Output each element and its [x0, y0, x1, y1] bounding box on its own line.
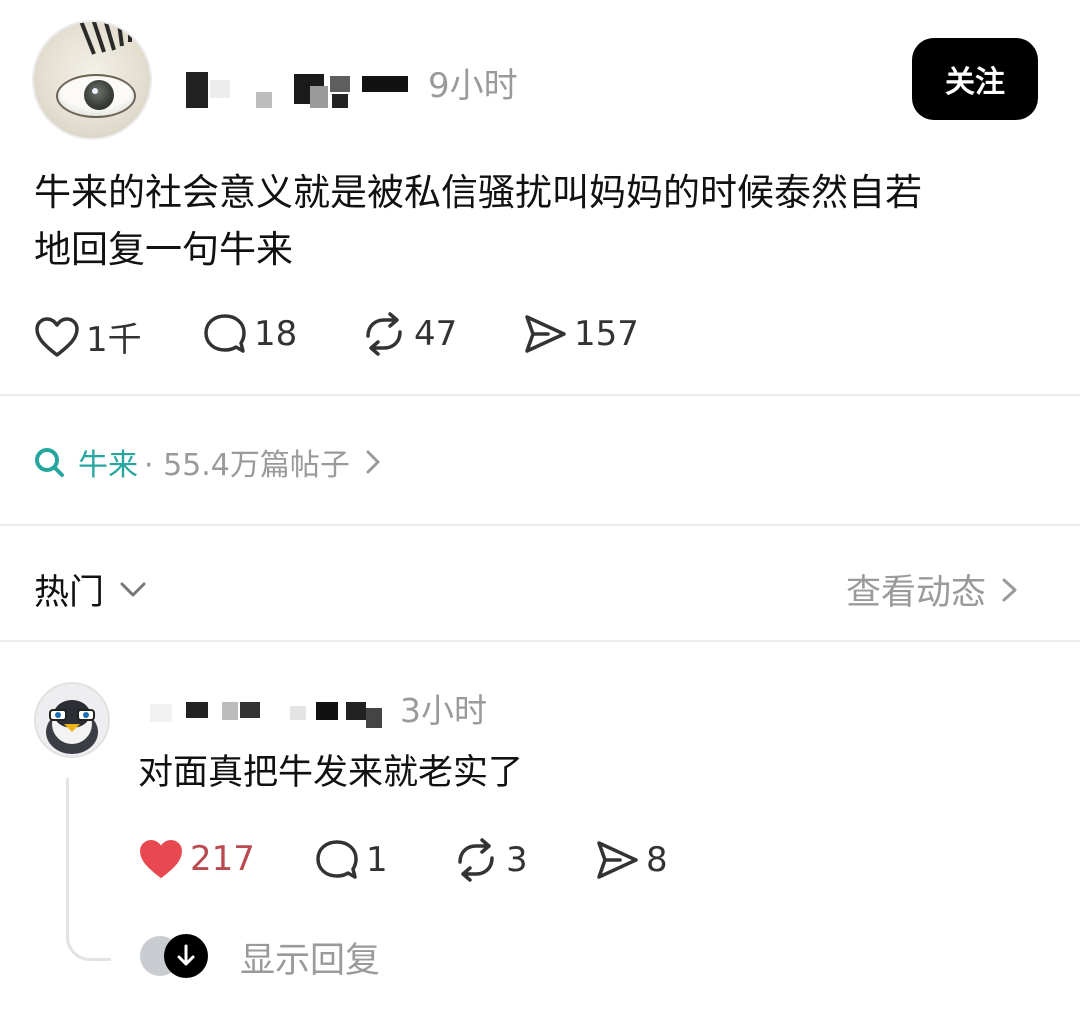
comment-like-button[interactable]: 217 — [138, 838, 255, 880]
post-repost-button[interactable]: 47 — [360, 312, 457, 356]
comment-share-button[interactable]: 8 — [594, 838, 668, 882]
comment-repost-button[interactable]: 3 — [452, 838, 528, 882]
topic-name: 牛来 — [78, 448, 138, 483]
post-time: 9小时 — [428, 66, 518, 106]
comment-reply-button[interactable]: 1 — [314, 838, 388, 882]
comment-time: 3小时 — [400, 691, 487, 730]
view-activity-link[interactable]: 查看动态 — [846, 564, 1022, 615]
avatar-hair-graphic — [79, 22, 132, 55]
post-text: 牛来的社会意义就是被私信骚扰叫妈妈的时候泰然自若 地回复一句牛来 — [34, 164, 1014, 278]
post-like-count: 1千 — [86, 320, 142, 360]
comment-reply-count: 1 — [366, 840, 388, 880]
heart-icon — [140, 840, 182, 878]
divider — [0, 640, 1080, 642]
sort-dropdown[interactable]: 热门 — [34, 564, 150, 615]
sort-label: 热门 — [34, 573, 105, 613]
post-text-line: 牛来的社会意义就是被私信骚扰叫妈妈的时候泰然自若 — [34, 171, 922, 214]
repost-icon — [458, 838, 494, 882]
comment-like-count: 217 — [190, 839, 255, 879]
topic-link[interactable]: 牛来 · 55.4万篇帖子 — [32, 440, 382, 484]
show-replies-link[interactable]: 显示回复 — [240, 932, 380, 983]
expand-replies-button[interactable] — [164, 934, 208, 978]
post-comment-button[interactable]: 18 — [202, 312, 297, 356]
post-comment-count: 18 — [254, 314, 298, 354]
share-icon — [597, 841, 638, 879]
view-activity-label: 查看动态 — [846, 573, 987, 613]
post-repost-count: 47 — [414, 314, 458, 354]
chevron-right-icon — [1002, 578, 1017, 601]
divider — [0, 524, 1080, 526]
avatar-eye-graphic — [56, 74, 136, 118]
chevron-right-icon — [366, 450, 380, 474]
comment-icon — [316, 840, 358, 879]
comment-repost-count: 3 — [506, 840, 528, 880]
post-share-count: 157 — [574, 314, 639, 354]
arrow-down-icon — [177, 944, 195, 966]
post-like-button[interactable]: 1千 — [34, 312, 142, 361]
commenter-name-redacted[interactable] — [150, 694, 396, 730]
penguin-avatar-graphic — [46, 700, 98, 754]
comment-share-count: 8 — [646, 840, 668, 880]
heart-icon — [35, 316, 79, 357]
repost-icon — [366, 312, 402, 356]
author-name-redacted[interactable] — [186, 66, 426, 110]
comment-icon — [204, 314, 246, 353]
commenter-avatar[interactable] — [34, 682, 110, 758]
chevron-down-icon — [120, 582, 146, 596]
author-avatar[interactable] — [32, 20, 152, 140]
post-text-line: 地回复一句牛来 — [34, 228, 293, 271]
search-icon — [35, 448, 64, 477]
share-icon — [525, 315, 566, 353]
comment-text: 对面真把牛发来就老实了 — [138, 753, 524, 793]
topic-post-count: · 55.4万篇帖子 — [144, 448, 350, 483]
post-share-button[interactable]: 157 — [522, 312, 639, 356]
reply-thread-line — [66, 778, 111, 961]
divider — [0, 394, 1080, 396]
follow-button[interactable]: 关注 — [912, 38, 1038, 120]
